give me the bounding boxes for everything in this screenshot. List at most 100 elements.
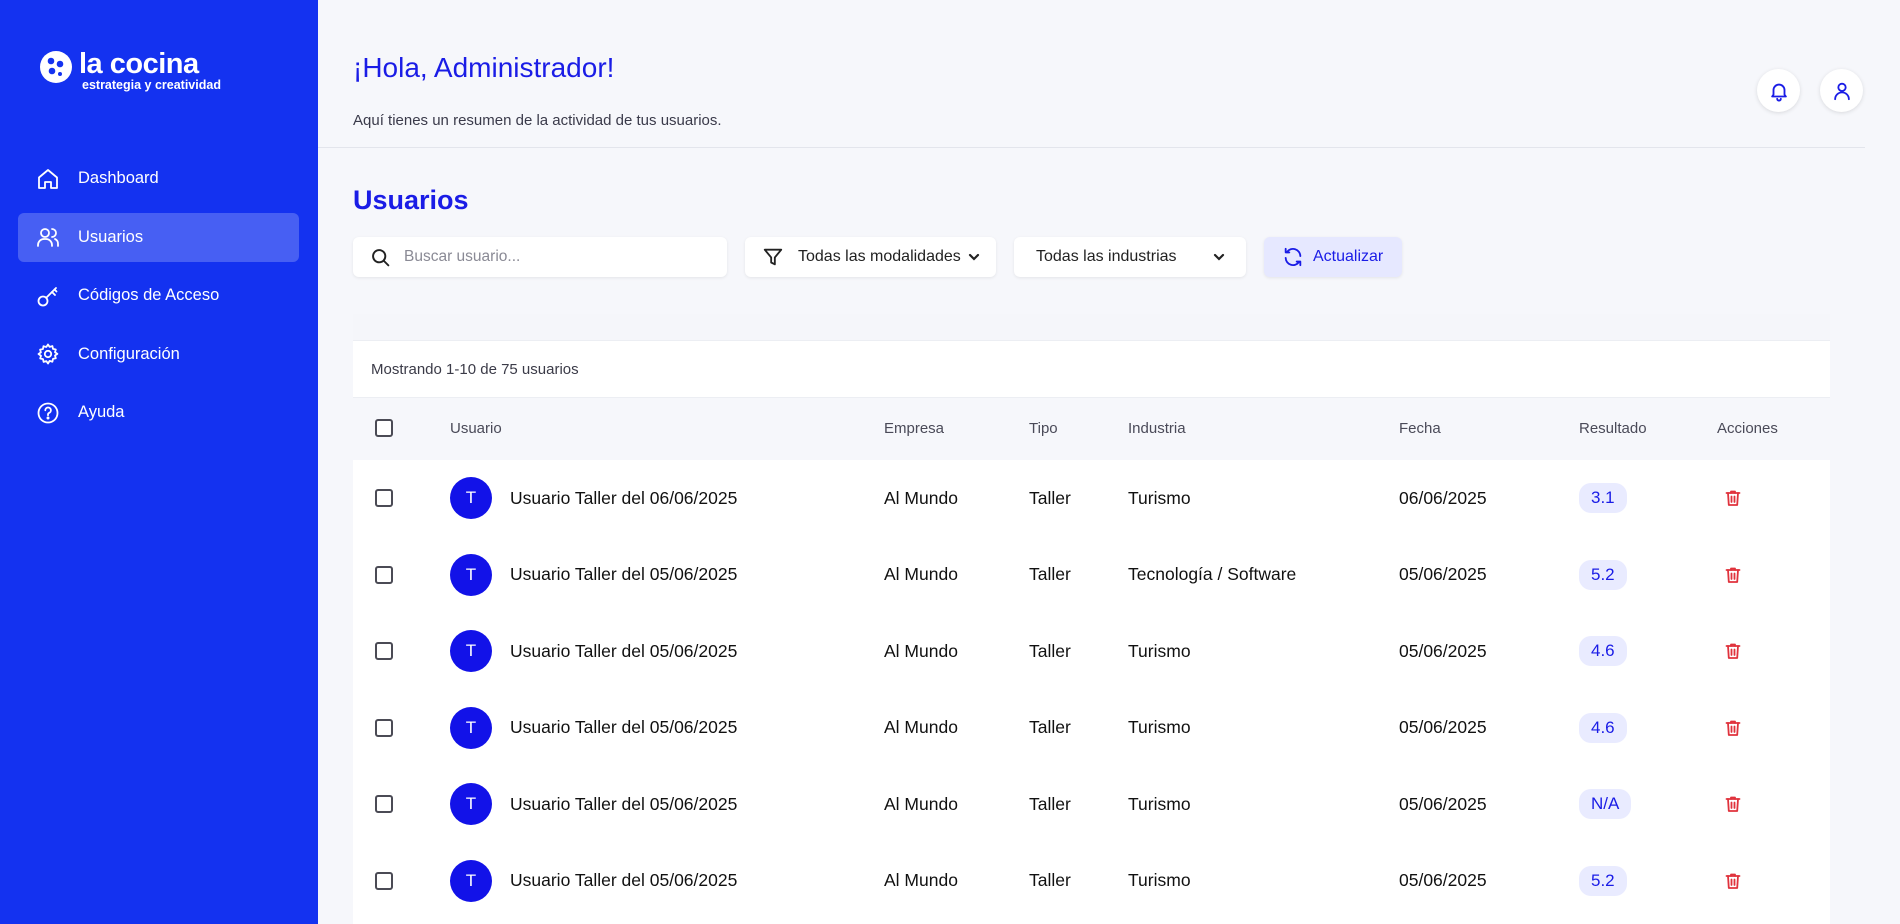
column-header-industria[interactable]: Industria xyxy=(1128,420,1186,437)
search-input[interactable] xyxy=(404,248,704,266)
bell-icon xyxy=(1770,83,1787,102)
sidebar-item-label: Usuarios xyxy=(78,227,144,246)
column-header-empresa[interactable]: Empresa xyxy=(884,420,944,437)
sidebar-item-configuracion[interactable]: Configuración xyxy=(18,330,299,379)
industry: Tecnología / Software xyxy=(1128,564,1297,585)
sidebar-item-dashboard[interactable]: Dashboard xyxy=(18,154,299,203)
column-header-usuario[interactable]: Usuario xyxy=(450,420,502,437)
delete-button[interactable] xyxy=(1723,488,1743,508)
results-count: Mostrando 1-10 de 75 usuarios xyxy=(353,341,1830,398)
type: Taller xyxy=(1029,564,1071,585)
avatar-initial: T xyxy=(465,641,477,661)
trash-icon xyxy=(1725,796,1741,813)
date: 06/06/2025 xyxy=(1399,487,1487,508)
avatar: T xyxy=(450,477,492,520)
avatar-initial: T xyxy=(465,794,477,814)
search-box xyxy=(353,237,727,277)
type: Taller xyxy=(1029,640,1071,661)
result-badge: 5.2 xyxy=(1579,865,1627,896)
user-name[interactable]: Usuario Taller del 05/06/2025 xyxy=(510,870,737,891)
profile-button[interactable] xyxy=(1820,69,1863,112)
result-badge: N/A xyxy=(1579,789,1632,820)
user-name[interactable]: Usuario Taller del 05/06/2025 xyxy=(510,564,737,585)
trash-icon xyxy=(1725,720,1741,736)
company: Al Mundo xyxy=(884,717,958,738)
result-badge: 4.6 xyxy=(1579,712,1627,743)
sidebar-item-usuarios[interactable]: Usuarios xyxy=(18,212,299,262)
avatar: T xyxy=(450,859,492,902)
row-checkbox[interactable] xyxy=(375,642,393,661)
column-header-acciones: Acciones xyxy=(1717,420,1778,437)
search-icon xyxy=(372,248,390,266)
select-all-checkbox[interactable] xyxy=(375,419,393,437)
avatar-initial: T xyxy=(465,717,477,737)
company: Al Mundo xyxy=(884,640,958,661)
row-checkbox[interactable] xyxy=(375,489,393,508)
table-row[interactable]: T Usuario Taller del 06/06/2025 Al Mundo… xyxy=(353,460,1830,537)
user-name[interactable]: Usuario Taller del 05/06/2025 xyxy=(510,641,737,662)
row-checkbox[interactable] xyxy=(375,565,393,584)
table-row[interactable]: T Usuario Taller del 05/06/2025 Al Mundo… xyxy=(353,690,1830,767)
industry: Turismo xyxy=(1128,640,1191,661)
result-badge: 4.6 xyxy=(1579,636,1627,667)
table-row[interactable]: T Usuario Taller del 05/06/2025 Al Mundo… xyxy=(353,766,1830,843)
date: 05/06/2025 xyxy=(1399,640,1487,661)
sidebar-item-ayuda[interactable]: Ayuda xyxy=(18,388,299,437)
industry: Turismo xyxy=(1128,717,1191,738)
card-top-strip xyxy=(353,314,1830,341)
delete-button[interactable] xyxy=(1723,565,1743,585)
chevron-down-icon xyxy=(1212,250,1226,264)
avatar: T xyxy=(450,706,492,749)
row-checkbox[interactable] xyxy=(375,718,393,737)
row-checkbox[interactable] xyxy=(375,871,393,890)
delete-button[interactable] xyxy=(1723,718,1743,738)
user-name[interactable]: Usuario Taller del 05/06/2025 xyxy=(510,794,737,815)
avatar: T xyxy=(450,630,492,673)
date: 05/06/2025 xyxy=(1399,793,1487,814)
type: Taller xyxy=(1029,717,1071,738)
sidebar-nav: Dashboard Usuarios Códigos de Acceso Con… xyxy=(18,154,299,447)
table-header: Usuario Empresa Tipo Industria Fecha Res… xyxy=(353,398,1830,460)
section-title: Usuarios xyxy=(353,185,469,215)
modalidad-select-value: Todas las modalidades xyxy=(798,248,961,265)
sidebar-item-codigos[interactable]: Códigos de Acceso xyxy=(18,271,299,320)
user-name[interactable]: Usuario Taller del 05/06/2025 xyxy=(510,717,737,738)
brand-logo[interactable]: la cocina estrategia y creatividad xyxy=(39,50,221,92)
refresh-button[interactable]: Actualizar xyxy=(1264,237,1402,277)
delete-button[interactable] xyxy=(1723,871,1743,891)
row-checkbox[interactable] xyxy=(375,795,393,814)
sidebar-item-label: Códigos de Acceso xyxy=(78,286,220,304)
industria-select[interactable]: Todas las industrias xyxy=(1014,237,1246,277)
table-row[interactable]: T Usuario Taller del 05/06/2025 Al Mundo… xyxy=(353,613,1830,690)
trash-icon xyxy=(1725,873,1741,889)
notifications-button[interactable] xyxy=(1757,69,1800,112)
table-row[interactable]: T Usuario Taller del 05/06/2025 Al Mundo… xyxy=(353,537,1830,614)
user-name[interactable]: Usuario Taller del 06/06/2025 xyxy=(510,488,737,509)
avatar: T xyxy=(450,783,492,826)
logo-mark-icon xyxy=(39,50,73,84)
refresh-icon xyxy=(1284,247,1302,267)
column-header-tipo[interactable]: Tipo xyxy=(1029,420,1058,437)
column-header-resultado[interactable]: Resultado xyxy=(1579,420,1647,437)
delete-button[interactable] xyxy=(1723,641,1743,661)
modalidad-select[interactable]: Todas las modalidades xyxy=(745,237,996,277)
home-icon xyxy=(36,167,60,191)
trash-icon xyxy=(1725,490,1741,507)
greeting-title: ¡Hola, Administrador! xyxy=(353,52,615,83)
industry: Turismo xyxy=(1128,870,1191,891)
avatar-initial: T xyxy=(465,564,477,584)
column-header-fecha[interactable]: Fecha xyxy=(1399,420,1441,437)
sidebar: la cocina estrategia y creatividad Dashb… xyxy=(0,0,318,924)
table-row[interactable]: T Usuario Taller del 05/06/2025 Al Mundo… xyxy=(353,843,1830,920)
industria-select-value: Todas las industrias xyxy=(1036,248,1177,265)
avatar: T xyxy=(450,553,492,596)
gear-icon xyxy=(36,342,60,366)
company: Al Mundo xyxy=(884,487,958,508)
company: Al Mundo xyxy=(884,793,958,814)
brand-tagline: estrategia y creatividad xyxy=(82,78,221,92)
delete-button[interactable] xyxy=(1723,794,1743,814)
brand-name: la cocina xyxy=(79,48,199,80)
main-content: ¡Hola, Administrador! Aquí tienes un res… xyxy=(318,0,1900,924)
filter-icon xyxy=(762,246,784,268)
trash-icon xyxy=(1725,643,1741,660)
